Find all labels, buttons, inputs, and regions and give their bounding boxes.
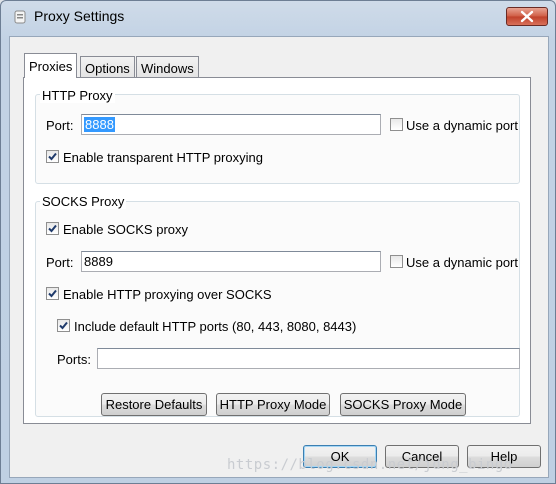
socks-proxy-group-label: SOCKS Proxy: [40, 194, 127, 209]
socks-dynamic-port-checkbox[interactable]: [390, 255, 403, 268]
socks-port-input[interactable]: 8889: [81, 251, 381, 272]
tab-windows-label: Windows: [141, 61, 194, 76]
http-over-socks-checkbox[interactable]: [46, 287, 59, 300]
enable-socks-label: Enable SOCKS proxy: [63, 222, 189, 237]
include-default-ports-label: Include default HTTP ports (80, 443, 808…: [74, 319, 357, 334]
title-bar[interactable]: Proxy Settings: [1, 1, 555, 31]
close-button[interactable]: [506, 7, 548, 26]
include-default-ports-checkbox[interactable]: [57, 319, 70, 332]
tab-windows[interactable]: Windows: [136, 56, 199, 78]
enable-socks-checkbox[interactable]: [46, 222, 59, 235]
tab-options[interactable]: Options: [80, 56, 135, 78]
check-icon: [59, 321, 68, 330]
check-icon: [48, 224, 57, 233]
watermark: https://blog.csdn.net/jdng_bingo: [227, 457, 513, 473]
socks-proxy-mode-button[interactable]: SOCKS Proxy Mode: [340, 393, 466, 416]
ports-label: Ports:: [57, 352, 91, 367]
http-proxy-group-label: HTTP Proxy: [40, 88, 115, 103]
ports-input[interactable]: [97, 348, 520, 369]
tab-proxies[interactable]: Proxies: [24, 53, 78, 78]
app-icon: [14, 10, 26, 24]
http-port-input[interactable]: 8888: [81, 114, 381, 135]
socks-dynamic-port-label: Use a dynamic port: [406, 255, 518, 270]
http-proxy-mode-button[interactable]: HTTP Proxy Mode: [216, 393, 330, 416]
socks-port-value: 8889: [84, 254, 113, 269]
http-proxy-group: [35, 94, 520, 184]
http-port-value: 8888: [84, 117, 115, 132]
proxies-tab-panel: HTTP Proxy Port: 8888 Use a dynamic port…: [23, 77, 531, 424]
tab-proxies-label: Proxies: [29, 59, 73, 74]
socks-port-label: Port:: [46, 255, 74, 270]
window-title: Proxy Settings: [34, 8, 125, 24]
restore-defaults-button[interactable]: Restore Defaults: [101, 393, 207, 416]
http-over-socks-label: Enable HTTP proxying over SOCKS: [63, 287, 272, 302]
dialog-body: Proxies Options Windows HTTP Proxy Port:…: [9, 36, 549, 478]
check-icon: [48, 152, 57, 161]
tab-options-label: Options: [85, 61, 130, 76]
close-icon: [520, 10, 534, 23]
transparent-proxying-label: Enable transparent HTTP proxying: [63, 150, 263, 165]
http-port-label: Port:: [46, 118, 74, 133]
transparent-proxying-checkbox[interactable]: [46, 150, 59, 163]
http-dynamic-port-checkbox[interactable]: [390, 118, 403, 131]
proxy-settings-window: Proxy Settings Proxies Options Windows H…: [0, 0, 556, 484]
http-dynamic-port-label: Use a dynamic port: [406, 118, 518, 133]
check-icon: [48, 289, 57, 298]
